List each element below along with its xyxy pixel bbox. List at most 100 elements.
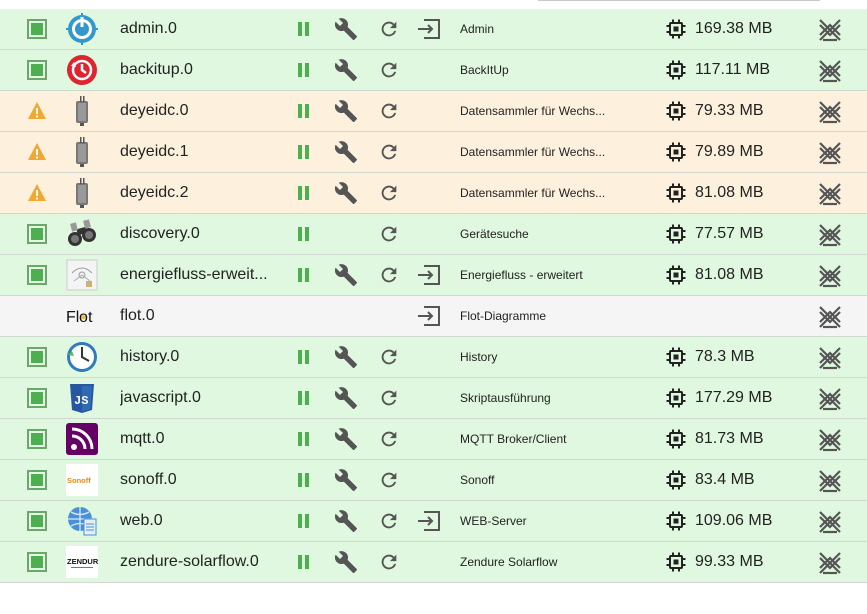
open-instance-icon[interactable] (416, 510, 442, 532)
status-running-indicator[interactable] (27, 19, 47, 39)
instance-name: discovery.0 (120, 225, 200, 242)
reload-icon[interactable] (378, 18, 400, 40)
delete-instance-icon[interactable] (817, 263, 843, 289)
flot-logo-icon: Flot (66, 300, 98, 332)
pause-icon[interactable] (297, 104, 311, 118)
delete-instance-icon[interactable] (817, 140, 843, 166)
wrench-icon[interactable] (334, 17, 358, 41)
wrench-icon[interactable] (334, 181, 358, 205)
web-logo-icon (66, 505, 98, 537)
wrench-icon[interactable] (334, 58, 358, 82)
reload-icon[interactable] (378, 264, 400, 286)
reload-icon[interactable] (378, 346, 400, 368)
delete-instance-icon[interactable] (817, 181, 843, 207)
reload-icon[interactable] (378, 428, 400, 450)
instance-name: mqtt.0 (120, 430, 165, 447)
open-instance-icon[interactable] (416, 18, 442, 40)
instance-row: Flot flot.0 Flot-Diagramme (0, 296, 867, 337)
status-running-indicator[interactable] (27, 224, 47, 244)
pause-icon[interactable] (297, 555, 311, 569)
pause-icon[interactable] (297, 145, 311, 159)
instance-name: javascript.0 (120, 389, 201, 406)
memory-chip-icon (666, 511, 686, 531)
status-running-indicator[interactable] (27, 60, 47, 80)
status-running-indicator[interactable] (27, 511, 47, 531)
delete-instance-icon[interactable] (817, 58, 843, 84)
pause-icon[interactable] (297, 432, 311, 446)
delete-instance-icon[interactable] (817, 386, 843, 412)
pause-icon[interactable] (297, 63, 311, 77)
delete-instance-icon[interactable] (817, 17, 843, 43)
delete-instance-icon[interactable] (817, 99, 843, 125)
js-logo-icon: JS (66, 382, 98, 414)
wrench-icon[interactable] (334, 427, 358, 451)
binoculars-logo-icon (66, 218, 98, 250)
reload-icon[interactable] (378, 182, 400, 204)
reload-icon[interactable] (378, 510, 400, 532)
wrench-icon[interactable] (334, 345, 358, 369)
reload-icon[interactable] (378, 59, 400, 81)
memory-chip-icon (666, 101, 686, 121)
history-logo-icon (66, 341, 98, 373)
reload-icon[interactable] (378, 387, 400, 409)
memory-usage: 99.33 MB (695, 553, 764, 570)
instance-row: deyeidc.1 Datensammler für Wechs... 79.89 … (0, 132, 867, 173)
delete-instance-icon[interactable] (817, 550, 843, 576)
instance-title: Zendure Solarflow (460, 555, 558, 569)
instance-name: flot.0 (120, 307, 155, 324)
warning-icon[interactable] (27, 183, 47, 203)
wrench-icon[interactable] (334, 140, 358, 164)
wrench-icon[interactable] (334, 468, 358, 492)
status-running-indicator[interactable] (27, 388, 47, 408)
delete-instance-icon[interactable] (817, 509, 843, 535)
warning-icon[interactable] (27, 101, 47, 121)
delete-instance-icon[interactable] (817, 345, 843, 371)
reload-icon[interactable] (378, 100, 400, 122)
memory-chip-icon (666, 429, 686, 449)
memory-chip-icon (666, 224, 686, 244)
wrench-icon[interactable] (334, 263, 358, 287)
status-running-indicator[interactable] (27, 265, 47, 285)
pause-icon[interactable] (297, 22, 311, 36)
mqtt-logo-icon (66, 423, 98, 455)
energiefluss-logo-icon (66, 259, 98, 291)
deyeidc-logo-icon (66, 136, 98, 168)
delete-instance-icon[interactable] (817, 427, 843, 453)
wrench-icon[interactable] (334, 550, 358, 574)
instance-name: deyeidc.0 (120, 102, 189, 119)
wrench-icon[interactable] (334, 509, 358, 533)
status-running-indicator[interactable] (27, 429, 47, 449)
memory-chip-icon (666, 470, 686, 490)
warning-icon[interactable] (27, 142, 47, 162)
admin-logo-icon (66, 13, 98, 45)
memory-chip-icon (666, 19, 686, 39)
reload-icon[interactable] (378, 141, 400, 163)
delete-instance-icon[interactable] (817, 222, 843, 248)
delete-instance-icon[interactable] (817, 468, 843, 494)
memory-usage: 79.33 MB (695, 102, 764, 119)
status-running-indicator[interactable] (27, 347, 47, 367)
svg-text:ZENDURE: ZENDURE (67, 557, 98, 566)
reload-icon[interactable] (378, 469, 400, 491)
memory-usage: 169.38 MB (695, 20, 773, 37)
memory-usage: 117.11 MB (695, 61, 771, 78)
pause-icon[interactable] (297, 350, 311, 364)
open-instance-icon[interactable] (416, 264, 442, 286)
open-instance-icon[interactable] (416, 305, 442, 327)
pause-icon[interactable] (297, 227, 311, 241)
memory-chip-icon (666, 265, 686, 285)
pause-icon[interactable] (297, 186, 311, 200)
pause-icon[interactable] (297, 268, 311, 282)
pause-icon[interactable] (297, 391, 311, 405)
pause-icon[interactable] (297, 514, 311, 528)
status-running-indicator[interactable] (27, 470, 47, 490)
delete-instance-icon[interactable] (817, 304, 843, 330)
reload-icon[interactable] (378, 223, 400, 245)
status-running-indicator[interactable] (27, 552, 47, 572)
memory-usage: 177.29 MB (695, 389, 773, 406)
wrench-icon[interactable] (334, 386, 358, 410)
pause-icon[interactable] (297, 473, 311, 487)
reload-icon[interactable] (378, 551, 400, 573)
memory-usage: 79.89 MB (695, 143, 764, 160)
wrench-icon[interactable] (334, 99, 358, 123)
